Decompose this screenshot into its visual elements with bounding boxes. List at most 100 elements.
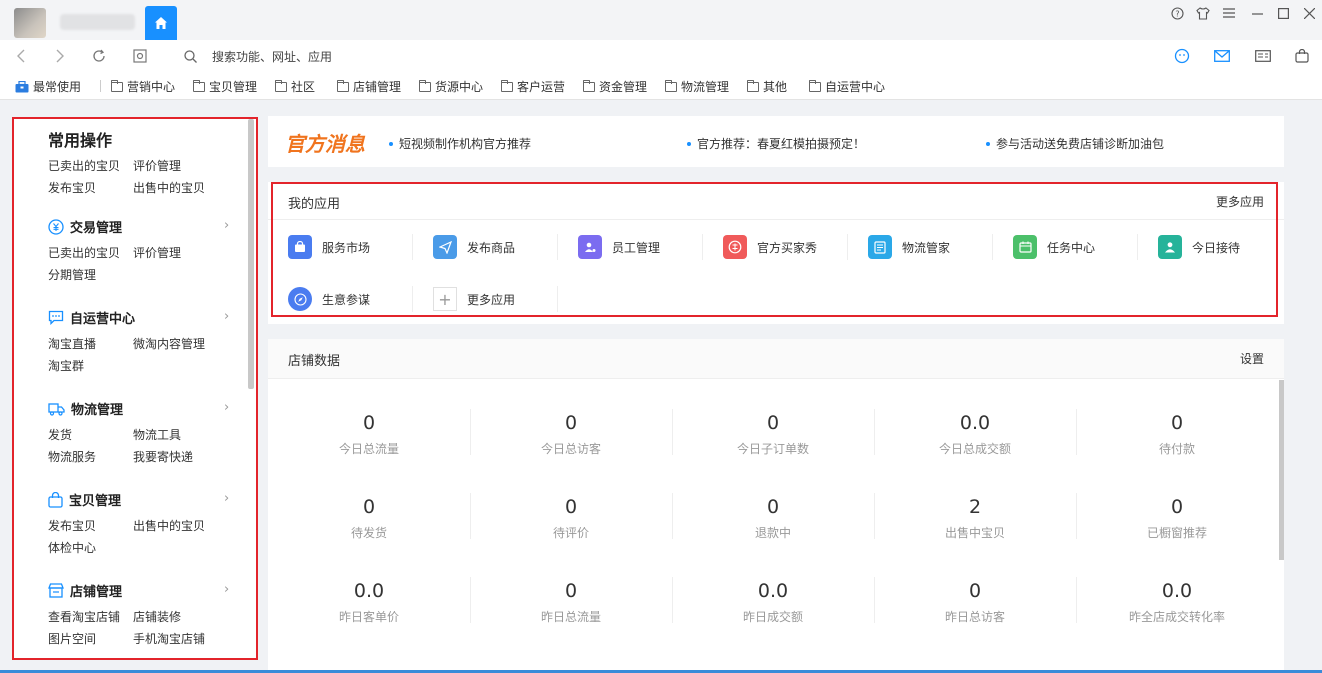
message-item[interactable]: 短视频制作机构官方推荐 xyxy=(389,135,531,152)
bookmark-finance[interactable]: 资金管理 xyxy=(583,78,647,95)
stat-today-visitors[interactable]: 0 今日总访客 xyxy=(470,412,672,457)
sidebar-group-header[interactable]: 交易管理 xyxy=(48,217,223,236)
sidebar-link[interactable]: 物流服务 xyxy=(48,448,133,465)
sidebar-link[interactable]: 分期管理 xyxy=(48,266,133,283)
app-logistics-manager[interactable]: 物流管家 xyxy=(868,234,950,260)
app-task-center[interactable]: 任务中心 xyxy=(1013,234,1095,260)
sidebar-group-header[interactable]: 自运营中心 xyxy=(48,308,223,327)
bookmark-products[interactable]: 宝贝管理 xyxy=(193,78,257,95)
maximize-icon[interactable] xyxy=(1274,4,1292,22)
sidebar-link[interactable]: 发货 xyxy=(48,426,133,443)
sidebar-link[interactable]: 手机淘宝店铺 xyxy=(133,630,223,647)
chevron-right-icon[interactable]: › xyxy=(224,400,229,415)
messenger-icon[interactable] xyxy=(1172,46,1192,66)
sidebar-group-header[interactable]: 宝贝管理 xyxy=(48,490,223,509)
store-icon xyxy=(48,583,64,598)
stat-on-sale[interactable]: 2 出售中宝贝 xyxy=(874,496,1076,541)
bookmark-store[interactable]: 店铺管理 xyxy=(337,78,401,95)
back-icon[interactable] xyxy=(11,46,31,66)
sidebar-link[interactable]: 淘宝群 xyxy=(48,357,133,374)
bookmark-sourcing[interactable]: 货源中心 xyxy=(419,78,483,95)
sidebar-link[interactable]: 微淘内容管理 xyxy=(133,335,223,352)
chevron-right-icon[interactable]: › xyxy=(224,491,229,506)
sidebar-group-header[interactable]: 店铺管理 xyxy=(48,581,223,600)
stat-window-recommend[interactable]: 0 已橱窗推荐 xyxy=(1076,496,1278,541)
bookmark-label: 货源中心 xyxy=(435,80,484,94)
sidebar-link[interactable]: 已卖出的宝贝 xyxy=(48,157,133,174)
skin-icon[interactable] xyxy=(1194,4,1212,22)
content-scrollbar[interactable] xyxy=(1279,380,1284,560)
screenshot-icon[interactable] xyxy=(130,46,150,66)
sidebar-link[interactable]: 体检中心 xyxy=(48,539,133,556)
chevron-right-icon[interactable]: › xyxy=(224,309,229,324)
app-service-market[interactable]: 服务市场 xyxy=(288,234,370,260)
app-today-reception[interactable]: 今日接待 xyxy=(1158,234,1240,260)
stat-yesterday-conversion[interactable]: 0.0 昨全店成交转化率 xyxy=(1076,580,1278,625)
sidebar-link[interactable]: 我要寄快递 xyxy=(133,448,223,465)
stat-pending-shipment[interactable]: 0 待发货 xyxy=(268,496,470,541)
sidebar-link[interactable]: 出售中的宝贝 xyxy=(133,517,223,534)
sidebar-link[interactable]: 店铺装修 xyxy=(133,608,223,625)
stat-pending-payment[interactable]: 0 待付款 xyxy=(1076,412,1278,457)
sidebar-link[interactable]: 查看淘宝店铺 xyxy=(48,608,133,625)
stat-yesterday-traffic[interactable]: 0 昨日总流量 xyxy=(470,580,672,625)
app-business-advisor[interactable]: 生意参谋 xyxy=(288,286,370,312)
toolbox-icon xyxy=(15,80,29,92)
help-icon[interactable]: ? xyxy=(1168,4,1186,22)
page-scroll-track[interactable] xyxy=(1312,100,1322,673)
sidebar-link[interactable]: 已卖出的宝贝 xyxy=(48,244,133,261)
sidebar-link[interactable]: 发布宝贝 xyxy=(48,517,133,534)
chevron-right-icon[interactable]: › xyxy=(224,218,229,233)
stat-label: 已橱窗推荐 xyxy=(1146,526,1207,540)
stat-today-traffic[interactable]: 0 今日总流量 xyxy=(268,412,470,457)
bookmark-label: 店铺管理 xyxy=(353,80,402,94)
bookmark-community[interactable]: 社区 xyxy=(275,78,315,95)
stat-pending-review[interactable]: 0 待评价 xyxy=(470,496,672,541)
sidebar-link[interactable]: 出售中的宝贝 xyxy=(133,179,223,196)
message-item[interactable]: 参与活动送免费店铺诊断加油包 xyxy=(986,135,1164,152)
app-publish-product[interactable]: 发布商品 xyxy=(433,234,515,260)
close-icon[interactable] xyxy=(1300,4,1318,22)
card-icon[interactable] xyxy=(1253,46,1273,66)
forward-icon[interactable] xyxy=(50,46,70,66)
bookmark-frequent[interactable]: 最常使用 xyxy=(15,78,81,95)
stat-refunding[interactable]: 0 退款中 xyxy=(672,496,874,541)
home-tab[interactable] xyxy=(145,6,177,40)
stat-yesterday-avg-price[interactable]: 0.0 昨日客单价 xyxy=(268,580,470,625)
stat-yesterday-gmv[interactable]: 0.0 昨日成交额 xyxy=(672,580,874,625)
app-staff-management[interactable]: 员工管理 xyxy=(578,234,660,260)
avatar[interactable] xyxy=(14,8,46,38)
app-divider xyxy=(557,286,558,312)
search-input[interactable]: 搜索功能、网址、应用 xyxy=(212,48,332,65)
settings-link[interactable]: 设置 xyxy=(1240,350,1264,367)
sidebar-scrollbar[interactable] xyxy=(248,119,254,389)
stat-today-suborders[interactable]: 0 今日子订单数 xyxy=(672,412,874,457)
mail-icon[interactable] xyxy=(1212,46,1232,66)
sidebar-group-header[interactable]: 物流管理 xyxy=(48,399,223,418)
menu-icon[interactable] xyxy=(1220,4,1238,22)
refresh-icon[interactable] xyxy=(89,46,109,66)
stat-yesterday-visitors[interactable]: 0 昨日总访客 xyxy=(874,580,1076,625)
bullet-icon xyxy=(687,141,691,146)
more-apps-link[interactable]: 更多应用 xyxy=(1216,193,1264,210)
app-buyer-show[interactable]: 官方买家秀 xyxy=(723,234,817,260)
bookmark-other[interactable]: 其他 xyxy=(747,78,787,95)
sidebar-link[interactable]: 评价管理 xyxy=(133,244,223,261)
sidebar-group-title: 店铺管理 xyxy=(70,585,123,600)
sidebar-link[interactable]: 发布宝贝 xyxy=(48,179,133,196)
bookmark-logistics[interactable]: 物流管理 xyxy=(665,78,729,95)
chevron-right-icon[interactable]: › xyxy=(224,582,229,597)
bookmark-self-operation[interactable]: 自运营中心 xyxy=(809,78,885,95)
sidebar-link[interactable]: 物流工具 xyxy=(133,426,223,443)
minimize-icon[interactable] xyxy=(1248,4,1266,22)
stat-today-gmv[interactable]: 0.0 今日总成交额 xyxy=(874,412,1076,457)
sidebar-link[interactable]: 图片空间 xyxy=(48,630,133,647)
bag-icon[interactable] xyxy=(1292,46,1312,66)
message-item[interactable]: 官方推荐：春夏红模拍摄预定！ xyxy=(687,135,865,152)
app-more[interactable]: + 更多应用 xyxy=(433,286,515,312)
bookmark-marketing[interactable]: 营销中心 xyxy=(111,78,175,95)
bookmark-customers[interactable]: 客户运营 xyxy=(501,78,565,95)
sidebar-link[interactable]: 评价管理 xyxy=(133,157,223,174)
sidebar-link[interactable]: 淘宝直播 xyxy=(48,335,133,352)
stat-value: 0.0 xyxy=(959,412,991,434)
